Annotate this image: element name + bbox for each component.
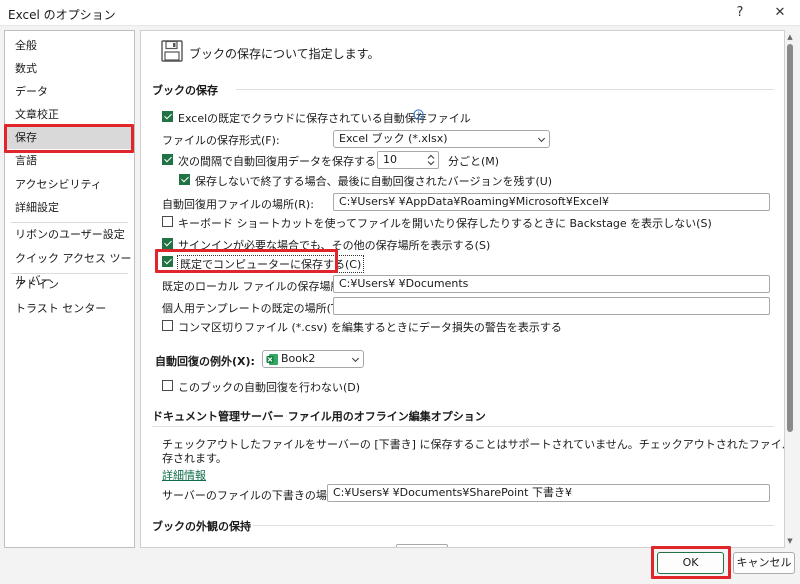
sidebar-item-general[interactable]: 全般 [5,35,134,57]
disable-autorecover-checkbox[interactable] [162,380,173,391]
autorecover-location-label: 自動回復用ファイルの場所(R): [162,198,314,211]
options-sidebar: 全般 数式 データ 文章校正 保存 言語 アクセシビリティ 詳細設定 リボンのユ… [4,30,135,548]
sidebar-item-data[interactable]: データ [5,81,134,103]
scrollbar-thumb[interactable] [787,44,793,432]
file-format-label: ファイルの保存形式(F): [162,134,280,147]
sidebar-item-customize-ribbon[interactable]: リボンのユーザー設定 [5,224,134,246]
highlight-box-save [4,124,134,153]
section-title-preserve-appearance: ブックの外観の保持 [152,520,251,533]
scroll-up-arrow-icon[interactable]: ▲ [786,32,794,42]
sidebar-divider [11,222,128,223]
sidebar-item-advanced[interactable]: 詳細設定 [5,197,134,219]
floppy-disk-icon [161,40,183,62]
spinner-arrows-icon[interactable] [427,154,435,166]
highlight-box-save-to-computer [155,249,338,273]
chevron-down-icon [537,134,546,143]
autorecover-interval-value: 10 [383,153,397,166]
title-bar: Excel のオプション ? ✕ [0,0,800,26]
autorecover-interval-label: 次の間隔で自動回復用データを保存する(A): [178,155,396,168]
section-divider [236,89,774,90]
page-header: ブックの保存について指定します。 [189,47,380,61]
sidebar-item-trust-center[interactable]: トラスト センター [5,298,134,320]
csv-warning-label: コンマ区切りファイル (*.csv) を編集するときにデータ損失の警告を表示する [178,321,562,334]
csv-warning-checkbox[interactable] [162,320,173,331]
scroll-down-arrow-icon[interactable]: ▼ [786,536,794,546]
template-location-label: 個人用テンプレートの既定の場所(T): [162,302,346,315]
drafts-location-input[interactable]: C:¥Users¥ ¥Documents¥SharePoint 下書き¥ [327,484,770,502]
local-location-label: 既定のローカル ファイルの保存場所(I): [162,280,358,293]
offline-description-line1: チェックアウトしたファイルをサーバーの [下書き] に保存することはサポートされ… [162,438,785,451]
cancel-button[interactable]: キャンセル [733,552,795,574]
no-backstage-label: キーボード ショートカットを使ってファイルを開いたり保存したりするときに Bac… [178,217,712,230]
highlight-box-ok [651,546,731,579]
autosave-cloud-checkbox[interactable] [162,111,173,122]
colors-button-partial[interactable] [396,544,448,547]
info-icon[interactable] [413,109,424,120]
close-button[interactable]: ✕ [766,2,794,24]
file-format-value: Excel ブック (*.xlsx) [339,132,448,145]
autorecover-location-value: C:¥Users¥ ¥AppData¥Roaming¥Microsoft¥Exc… [339,195,609,208]
options-content: ブックの保存について指定します。 ブックの保存 Excelの既定でクラウドに保存… [140,30,785,548]
autorecover-location-input[interactable]: C:¥Users¥ ¥AppData¥Roaming¥Microsoft¥Exc… [333,193,770,211]
template-location-input[interactable] [333,297,770,315]
file-format-select[interactable]: Excel ブック (*.xlsx) [333,130,550,148]
more-info-link[interactable]: 詳細情報 [162,467,206,483]
window-title: Excel のオプション [8,8,116,22]
chevron-down-icon [351,354,360,363]
excel-icon [266,354,278,365]
help-button[interactable]: ? [726,2,754,24]
sidebar-item-quick-access-toolbar[interactable]: クイック アクセス ツール バー [5,248,134,287]
autosave-cloud-label: Excelの既定でクラウドに保存されている自動保存ファイル [178,112,471,125]
local-location-value: C:¥Users¥ ¥Documents [339,277,469,290]
sidebar-item-language[interactable]: 言語 [5,150,134,172]
section-title-save: ブックの保存 [152,84,218,97]
sidebar-item-accessibility[interactable]: アクセシビリティ [5,174,134,196]
section-divider [152,426,774,427]
offline-description-line2: 存されます。 [162,452,227,465]
show-signin-locations-checkbox[interactable] [162,238,173,249]
no-backstage-checkbox[interactable] [162,216,173,227]
autorecover-interval-unit: 分ごと(M) [448,155,500,168]
autorecover-workbook-value: Book2 [281,352,316,365]
section-title-offline-editing: ドキュメント管理サーバー ファイル用のオフライン編集オプション [152,410,486,423]
sidebar-item-addins[interactable]: アドイン [5,274,134,296]
sidebar-item-proofing[interactable]: 文章校正 [5,104,134,126]
keep-last-version-checkbox[interactable] [179,174,190,185]
disable-autorecover-label: このブックの自動回復を行わない(D) [178,381,361,394]
section-divider [253,525,774,526]
autorecover-interval-checkbox[interactable] [162,154,173,165]
autorecover-workbook-select[interactable]: Book2 [262,350,364,368]
keep-last-version-label: 保存しないで終了する場合、最後に自動回復されたバージョンを残す(U) [195,175,553,188]
autorecover-interval-spinner[interactable]: 10 [377,151,439,169]
sidebar-item-formulas[interactable]: 数式 [5,58,134,80]
drafts-location-value: C:¥Users¥ ¥Documents¥SharePoint 下書き¥ [333,486,572,499]
section-title-autorecover-exceptions: 自動回復の例外(X): [155,355,255,368]
local-location-input[interactable]: C:¥Users¥ ¥Documents [333,275,770,293]
